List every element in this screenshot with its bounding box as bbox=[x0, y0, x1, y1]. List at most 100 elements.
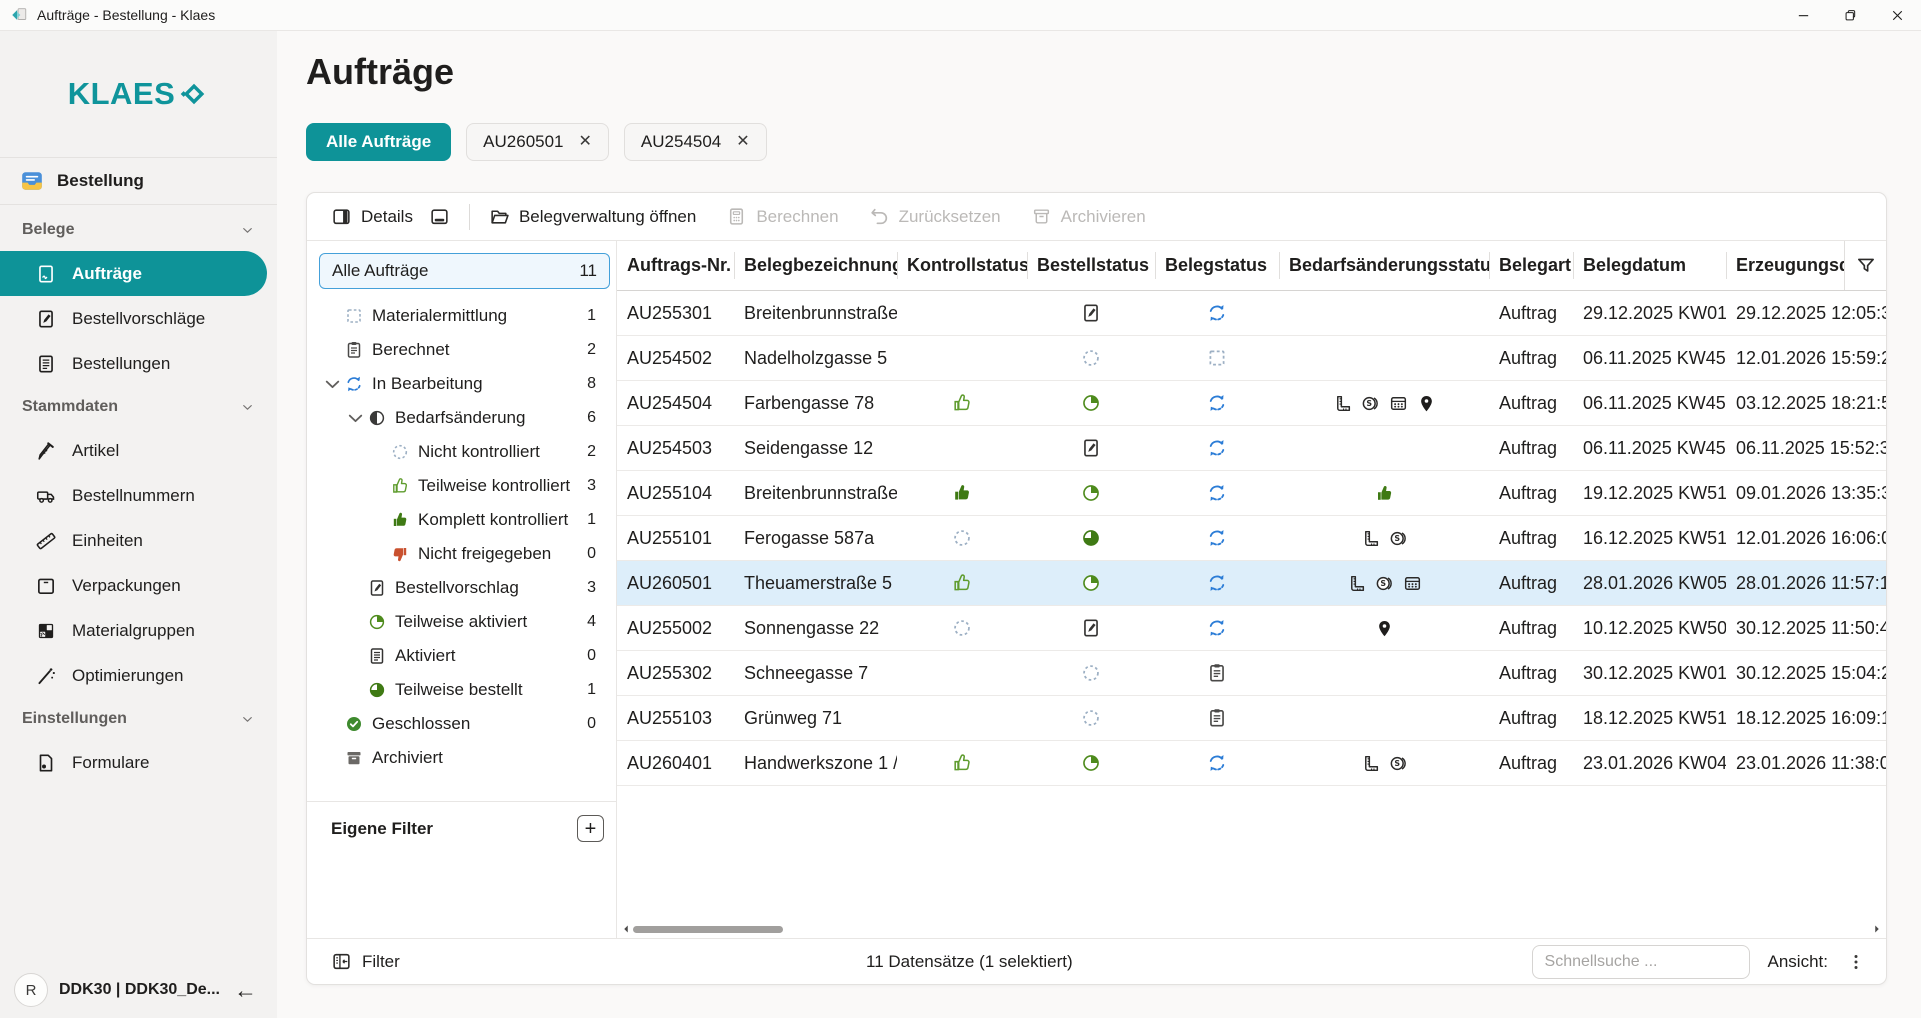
horizontal-scrollbar[interactable] bbox=[617, 920, 1886, 938]
sidebar-item-bestellvorschläge[interactable]: Bestellvorschläge bbox=[0, 296, 267, 341]
tree-item-geschlossen[interactable]: Geschlossen0 bbox=[307, 707, 616, 741]
sidebar-item-artikel[interactable]: Artikel bbox=[0, 428, 267, 473]
tree-item-teilweise-aktiviert[interactable]: Teilweise aktiviert4 bbox=[307, 605, 616, 639]
module-header[interactable]: Bestellung bbox=[0, 157, 277, 205]
sidebar-group-label: Belege bbox=[22, 221, 74, 239]
column-header-kontrollstatus[interactable]: Kontrollstatus bbox=[897, 241, 1027, 290]
dotted-circle-icon bbox=[951, 527, 973, 549]
sidebar-group-einstellungen[interactable]: Einstellungen bbox=[0, 698, 277, 740]
table-row[interactable]: AU254503Seidengasse 12Auftrag06.11.2025 … bbox=[617, 426, 1886, 471]
column-filter-button[interactable] bbox=[1844, 241, 1886, 290]
column-header-label: Bedarfsänderungsstatus bbox=[1289, 255, 1489, 276]
sidebar-item-bestellnummern[interactable]: Bestellnummern bbox=[0, 473, 267, 518]
table-row[interactable]: AU255301Breitenbrunnstraße 5Auftrag29.12… bbox=[617, 291, 1886, 336]
table-row[interactable]: AU254504Farbengasse 78SAuftrag06.11.2025… bbox=[617, 381, 1886, 426]
sidebar-item-bestellungen[interactable]: Bestellungen bbox=[0, 341, 267, 386]
back-arrow-icon[interactable]: ← bbox=[234, 979, 257, 1002]
archive-label: Archivieren bbox=[1061, 207, 1146, 227]
reset-button[interactable]: Zurücksetzen bbox=[869, 206, 1001, 227]
tab-au254504[interactable]: AU254504✕ bbox=[624, 123, 767, 161]
quick-search-input[interactable] bbox=[1532, 945, 1750, 979]
tree-item-count: 1 bbox=[587, 681, 596, 699]
expander-spacer bbox=[321, 343, 344, 358]
tree-item-materialermittlung[interactable]: Materialermittlung1 bbox=[307, 299, 616, 333]
sync-icon bbox=[1206, 392, 1228, 414]
table-row[interactable]: AU255101Ferogasse 587aSAuftrag16.12.2025… bbox=[617, 516, 1886, 561]
details-button[interactable]: Details bbox=[331, 206, 413, 227]
sidebar-item-formulare[interactable]: Formulare bbox=[0, 740, 267, 785]
kebab-menu-icon[interactable] bbox=[1846, 952, 1866, 972]
panel-bottom-icon[interactable] bbox=[429, 206, 450, 227]
column-header-bestellstatus[interactable]: Bestellstatus bbox=[1027, 241, 1155, 290]
tree-item-in-bearbeitung[interactable]: In Bearbeitung8 bbox=[307, 367, 616, 401]
archive-button[interactable]: Archivieren bbox=[1031, 206, 1146, 227]
cell-belegstatus bbox=[1155, 741, 1279, 785]
sidebar-item-materialgruppen[interactable]: Materialgruppen bbox=[0, 608, 267, 653]
column-header-belegstatus[interactable]: Belegstatus bbox=[1155, 241, 1279, 290]
tree-item-teilweise-bestellt[interactable]: Teilweise bestellt1 bbox=[307, 673, 616, 707]
cell-auftrags-nr: AU255302 bbox=[617, 651, 734, 695]
tree-item-bedarfsänderung[interactable]: Bedarfsänderung6 bbox=[307, 401, 616, 435]
table-row[interactable]: AU260501Theuamerstraße 5SAuftrag28.01.20… bbox=[617, 561, 1886, 606]
column-header-id[interactable]: Auftrags-Nr. bbox=[617, 241, 734, 290]
tree-item-alle-auftraege[interactable]: Alle Aufträge 11 bbox=[319, 253, 610, 289]
details-label: Details bbox=[361, 207, 413, 227]
expander-chevron-icon[interactable] bbox=[344, 411, 367, 426]
sidebar-item-label: Bestellvorschläge bbox=[72, 309, 205, 329]
chevron-icon bbox=[240, 712, 255, 727]
sidebar-group-stammdaten[interactable]: Stammdaten bbox=[0, 386, 277, 428]
restore-button[interactable] bbox=[1827, 0, 1874, 30]
cell-belegstatus bbox=[1155, 426, 1279, 470]
table-row[interactable]: AU255104Breitenbrunnstraße 5Auftrag19.12… bbox=[617, 471, 1886, 516]
tree-item-aktiviert[interactable]: Aktiviert0 bbox=[307, 639, 616, 673]
calculate-label: Berechnen bbox=[756, 207, 838, 227]
minimize-button[interactable] bbox=[1780, 0, 1827, 30]
sidebar-group-belege[interactable]: Belege bbox=[0, 209, 277, 251]
thumb-up-filled-icon bbox=[390, 510, 410, 530]
cell-belegart: Auftrag bbox=[1489, 561, 1573, 605]
tree-item-bestellvorschlag[interactable]: Bestellvorschlag3 bbox=[307, 571, 616, 605]
tree-item-berechnet[interactable]: Berechnet2 bbox=[307, 333, 616, 367]
close-button[interactable] bbox=[1874, 0, 1921, 30]
table-row[interactable]: AU254502Nadelholzgasse 5Auftrag06.11.202… bbox=[617, 336, 1886, 381]
column-header-belegart[interactable]: Belegart bbox=[1489, 241, 1573, 290]
calculate-button[interactable]: Berechnen bbox=[726, 206, 838, 227]
cell-bestellstatus bbox=[1027, 291, 1155, 335]
tree-item-komplett-kontrolliert[interactable]: Komplett kontrolliert1 bbox=[307, 503, 616, 537]
tab-alle-aufträge[interactable]: Alle Aufträge bbox=[306, 123, 451, 161]
table-row[interactable]: AU260401Handwerkszone 1 / rSAuftrag23.01… bbox=[617, 741, 1886, 786]
filter-toggle-button[interactable]: Filter bbox=[331, 951, 400, 972]
column-header-name[interactable]: Belegbezeichnung bbox=[734, 241, 897, 290]
sidebar-item-optimierungen[interactable]: Optimierungen bbox=[0, 653, 267, 698]
tree-item-count: 1 bbox=[587, 511, 596, 529]
avatar[interactable]: R bbox=[14, 973, 48, 1007]
column-header-bedarf[interactable]: Bedarfsänderungsstatus bbox=[1279, 241, 1489, 290]
tree-item-nicht-freigegeben[interactable]: Nicht freigegeben0 bbox=[307, 537, 616, 571]
table-row[interactable]: AU255103Grünweg 71Auftrag18.12.2025 KW51… bbox=[617, 696, 1886, 741]
table-row[interactable]: AU255002Sonnengasse 22Auftrag10.12.2025 … bbox=[617, 606, 1886, 651]
tree-item-label: Nicht freigegeben bbox=[418, 544, 551, 564]
add-filter-button[interactable]: + bbox=[577, 815, 604, 842]
tree-item-nicht-kontrolliert[interactable]: Nicht kontrolliert2 bbox=[307, 435, 616, 469]
column-header-belegdatum[interactable]: Belegdatum bbox=[1573, 241, 1726, 290]
scroll-left-icon[interactable] bbox=[619, 922, 633, 936]
cell-bestellstatus bbox=[1027, 696, 1155, 740]
open-doc-management-button[interactable]: Belegverwaltung öffnen bbox=[489, 206, 696, 227]
reset-label: Zurücksetzen bbox=[899, 207, 1001, 227]
filter-panel-icon bbox=[331, 951, 352, 972]
scroll-right-icon[interactable] bbox=[1870, 922, 1884, 936]
table-row[interactable]: AU255302Schneegasse 7Auftrag30.12.2025 K… bbox=[617, 651, 1886, 696]
expander-chevron-icon[interactable] bbox=[321, 377, 344, 392]
sidebar-item-aufträge[interactable]: Aufträge bbox=[0, 251, 267, 296]
scrollbar-thumb[interactable] bbox=[633, 926, 783, 933]
sidebar-item-einheiten[interactable]: Einheiten bbox=[0, 518, 267, 563]
cell-bedarfsaenderungsstatus bbox=[1279, 606, 1489, 650]
dotted-circle-icon bbox=[1080, 347, 1102, 369]
tab-au260501[interactable]: AU260501✕ bbox=[466, 123, 609, 161]
tree-item-teilweise-kontrolliert[interactable]: Teilweise kontrolliert3 bbox=[307, 469, 616, 503]
close-icon[interactable]: ✕ bbox=[579, 134, 592, 150]
tree-item-archiviert[interactable]: Archiviert bbox=[307, 741, 616, 775]
calculator-icon bbox=[726, 206, 747, 227]
close-icon[interactable]: ✕ bbox=[736, 134, 749, 150]
sidebar-item-verpackungen[interactable]: Verpackungen bbox=[0, 563, 267, 608]
